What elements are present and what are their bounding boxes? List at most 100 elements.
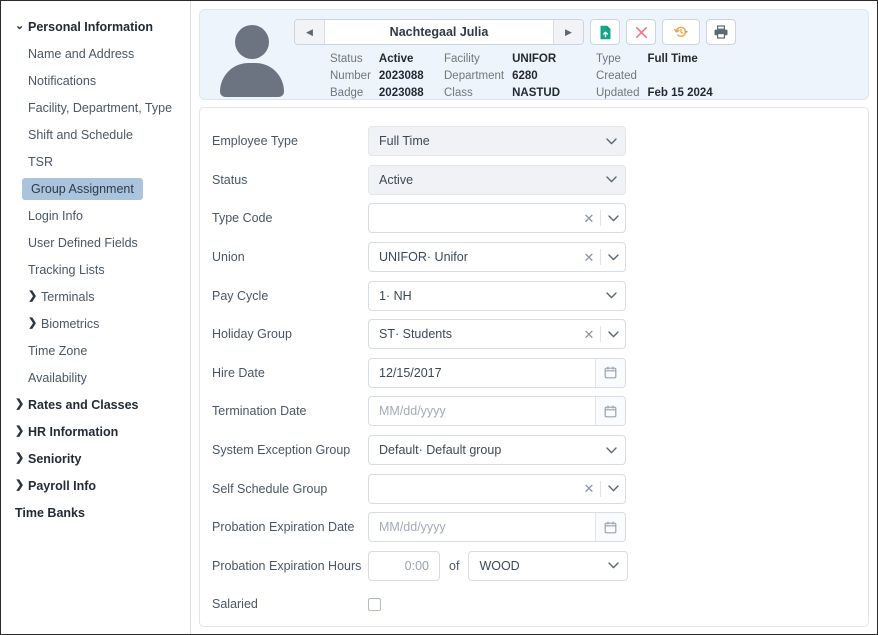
status-select[interactable]: Active <box>368 164 626 195</box>
chevron-down-icon[interactable] <box>601 253 625 261</box>
sidebar-item-seniority[interactable]: ❯ Seniority <box>1 445 190 472</box>
field-row-self-schedule-group: Self Schedule Group ✕ <box>200 469 868 508</box>
info-values: UNIFOR 6280 NASTUD <box>512 51 560 102</box>
hire-date-field[interactable]: 12/15/2017 <box>368 357 626 388</box>
chevron-down-icon <box>606 176 617 183</box>
employee-type-value: Full Time <box>379 134 430 149</box>
pay-cycle-label: Pay Cycle <box>212 288 269 303</box>
calendar-icon[interactable] <box>595 358 625 387</box>
info-column-meta: Type Created Updated Full Time Feb 15 20… <box>596 51 746 102</box>
sidebar-item-payroll-info[interactable]: ❯ Payroll Info <box>1 472 190 499</box>
history-button[interactable] <box>662 19 700 45</box>
employee-group-assignment-window: ⌄ Personal Information Name and Address … <box>0 0 878 635</box>
sidebar-item-label: Personal Information <box>28 19 154 34</box>
chevron-right-icon: ❯ <box>15 452 25 464</box>
class-value: NASTUD <box>512 87 561 99</box>
probation-hours-bank-select[interactable]: WOOD <box>468 550 629 581</box>
sidebar-item-availability[interactable]: Availability <box>1 364 190 391</box>
clear-icon[interactable]: ✕ <box>578 482 600 495</box>
employee-type-select[interactable]: Full Time <box>368 126 626 157</box>
calendar-icon[interactable] <box>595 513 625 542</box>
holiday-group-combobox[interactable]: ST· Students ✕ <box>368 319 626 350</box>
field-row-termination-date: Termination Date MM/dd/yyyy <box>200 392 868 431</box>
avatar <box>208 16 294 98</box>
sidebar-item-label: Terminals <box>41 289 95 304</box>
type-code-combobox[interactable]: ✕ <box>368 203 626 234</box>
main-content: ◀ Nachtegaal Julia ▶ Status Number Badge… <box>191 1 877 634</box>
system-exception-group-value: Default· Default group <box>379 443 502 458</box>
calendar-icon[interactable] <box>595 397 625 426</box>
info-key: Number <box>330 70 371 82</box>
hire-date-value[interactable]: 12/15/2017 <box>369 359 595 387</box>
info-key: Status <box>330 53 363 65</box>
previous-employee-button[interactable]: ◀ <box>295 20 325 44</box>
union-label: Union <box>212 250 245 265</box>
sidebar-item-login-info[interactable]: Login Info <box>1 202 190 229</box>
sidebar-item-label: Availability <box>28 370 87 385</box>
employee-name-field[interactable]: Nachtegaal Julia <box>325 20 553 44</box>
probation-expiration-hours-input[interactable]: 0:00 <box>368 550 440 581</box>
field-row-hire-date: Hire Date 12/15/2017 <box>200 354 868 393</box>
chevron-down-icon <box>606 138 617 145</box>
salaried-checkbox[interactable] <box>368 597 381 611</box>
of-label: of <box>449 558 460 573</box>
chevron-down-icon <box>606 446 617 453</box>
employee-info-grid: Status Number Badge Active 2023088 20230… <box>294 51 860 102</box>
system-exception-group-select[interactable]: Default· Default group <box>368 435 626 466</box>
sidebar-item-biometrics[interactable]: ❯ Biometrics <box>1 310 190 337</box>
number-value: 2023088 <box>378 70 424 82</box>
sidebar-item-label: Notifications <box>28 73 97 88</box>
sidebar-item-name-and-address[interactable]: Name and Address <box>1 40 190 67</box>
sidebar-item-tsr[interactable]: TSR <box>1 148 190 175</box>
info-key: Badge <box>330 87 364 99</box>
chevron-down-icon <box>608 562 620 569</box>
delete-button[interactable] <box>626 19 656 45</box>
sidebar-item-label: Shift and Schedule <box>28 127 133 142</box>
clear-icon[interactable]: ✕ <box>578 212 600 225</box>
sidebar-item-notifications[interactable]: Notifications <box>1 67 190 94</box>
group-assignment-form: Employee Type Full Time Status Active Ty… <box>199 107 869 627</box>
sidebar-item-tracking-lists[interactable]: Tracking Lists <box>1 256 190 283</box>
sidebar-item-time-zone[interactable]: Time Zone <box>1 337 190 364</box>
sidebar-item-time-banks[interactable]: Time Banks <box>1 499 190 526</box>
system-exception-group-label: System Exception Group <box>212 443 351 458</box>
info-key: Type <box>596 53 621 65</box>
probation-expiration-date-placeholder[interactable]: MM/dd/yyyy <box>369 513 595 541</box>
status-value: Active <box>378 53 414 65</box>
type-code-label: Type Code <box>212 211 273 226</box>
clear-icon[interactable]: ✕ <box>578 328 600 341</box>
chevron-right-icon: ❯ <box>28 317 38 329</box>
employee-name-navigator: ◀ Nachtegaal Julia ▶ <box>294 19 584 45</box>
chevron-down-icon[interactable] <box>601 215 625 222</box>
sidebar-item-group-assignment[interactable]: Group Assignment <box>1 175 190 202</box>
clear-icon[interactable]: ✕ <box>578 251 600 264</box>
print-button[interactable] <box>706 19 736 45</box>
field-row-type-code: Type Code ✕ <box>200 199 868 238</box>
export-document-button[interactable] <box>590 19 620 45</box>
document-upload-icon <box>600 25 610 39</box>
sidebar-item-user-defined-fields[interactable]: User Defined Fields <box>1 229 190 256</box>
salaried-label: Salaried <box>212 597 258 612</box>
info-keys: Facility Department Class <box>444 51 504 102</box>
pay-cycle-select[interactable]: 1· NH <box>368 280 626 311</box>
sidebar-item-shift-and-schedule[interactable]: Shift and Schedule <box>1 121 190 148</box>
chevron-down-icon[interactable] <box>601 331 625 338</box>
info-values: Full Time Feb 15 2024 <box>647 51 712 102</box>
hire-date-label: Hire Date <box>212 365 265 380</box>
sidebar-item-hr-information[interactable]: ❯ HR Information <box>1 418 190 445</box>
field-row-lieu-rules: Lieu Rules <box>200 624 868 626</box>
chevron-down-icon[interactable] <box>601 485 625 492</box>
history-clock-icon <box>673 26 688 38</box>
chevron-right-icon: ❯ <box>28 290 38 302</box>
termination-date-field[interactable]: MM/dd/yyyy <box>368 396 626 427</box>
termination-date-placeholder[interactable]: MM/dd/yyyy <box>369 397 595 425</box>
probation-expiration-hours-label: Probation Expiration Hours <box>212 558 362 573</box>
sidebar-item-rates-and-classes[interactable]: ❯ Rates and Classes <box>1 391 190 418</box>
self-schedule-group-combobox[interactable]: ✕ <box>368 473 626 504</box>
sidebar-item-facility-department-type[interactable]: Facility, Department, Type <box>1 94 190 121</box>
union-combobox[interactable]: UNIFOR· Unifor ✕ <box>368 242 626 273</box>
sidebar-item-personal-information[interactable]: ⌄ Personal Information <box>1 13 190 40</box>
sidebar-item-terminals[interactable]: ❯ Terminals <box>1 283 190 310</box>
next-employee-button[interactable]: ▶ <box>553 20 583 44</box>
probation-expiration-date-field[interactable]: MM/dd/yyyy <box>368 512 626 543</box>
